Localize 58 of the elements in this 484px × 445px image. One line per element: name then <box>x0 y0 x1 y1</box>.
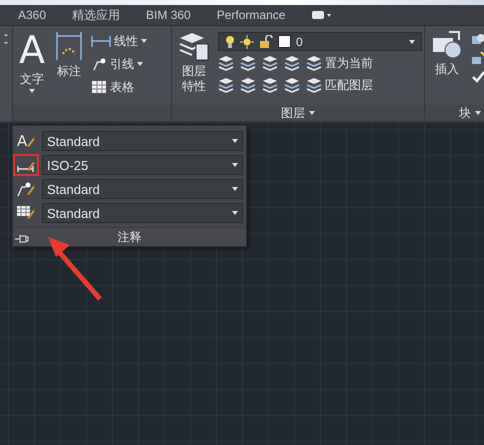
caret-icon <box>309 111 315 115</box>
style-dropdown[interactable]: Standard <box>42 179 243 199</box>
layer-isolate-icon <box>240 55 256 71</box>
block-tool-icon <box>471 51 484 65</box>
layer-off-icon <box>218 55 234 71</box>
insert-button[interactable]: 插入 <box>429 30 465 105</box>
layer-thaw-icon <box>262 77 278 93</box>
caret-icon <box>475 111 481 115</box>
layer-stack-icon <box>306 77 322 93</box>
layer-unisolate-icon <box>240 77 256 93</box>
table-style-icon <box>16 204 36 222</box>
layer-name: 0 <box>296 34 304 48</box>
caret-icon <box>409 40 415 44</box>
panel-title: 块 <box>459 104 471 122</box>
caret-icon <box>29 89 35 93</box>
ribbon-tool-button[interactable]: 表格 <box>91 78 147 96</box>
caret-icon <box>232 163 238 167</box>
sun-icon <box>240 34 254 48</box>
layer-properties-icon <box>178 30 210 62</box>
table-icon <box>91 79 107 95</box>
ribbon-tool-button[interactable]: 线性 <box>91 32 147 50</box>
layer-on-icon <box>218 77 234 93</box>
layer-properties-button[interactable]: 图层特性 <box>176 30 212 105</box>
ribbon-tab[interactable]: Performance <box>216 8 286 22</box>
block-tool-icon <box>471 32 484 46</box>
layer-dropdown[interactable]: 0 <box>218 32 422 51</box>
panel-title: 图层 <box>281 104 305 122</box>
layer-stack-icon <box>306 55 322 71</box>
layer-unlock-icon <box>284 77 300 93</box>
ribbon-tab[interactable]: BIM 360 <box>146 8 191 22</box>
match-layer-button[interactable]: 匹配图层 <box>306 76 373 94</box>
pin-icon <box>15 234 29 244</box>
set-current-button[interactable]: 置为当前 <box>306 54 373 72</box>
leader-icon <box>91 56 107 72</box>
dimension-button[interactable]: 标注 <box>53 30 85 105</box>
color-swatch-icon <box>278 35 291 48</box>
lightbulb-icon <box>225 34 235 48</box>
check-icon <box>471 70 484 84</box>
caret-icon <box>232 139 238 143</box>
dimension-icon <box>55 30 83 62</box>
style-icon-frame[interactable] <box>13 154 39 176</box>
text-button[interactable]: A 文字 <box>17 30 47 105</box>
style-dropdown[interactable]: Standard <box>42 203 243 223</box>
layer-lock-icon <box>284 55 300 71</box>
linear-dimension-icon <box>91 33 111 49</box>
layer-freeze-icon <box>262 55 278 71</box>
leader-style-icon <box>16 180 36 198</box>
ribbon-tool-button[interactable]: 引线 <box>91 55 147 73</box>
panel-title: 注释 <box>118 228 142 246</box>
caret-icon <box>232 211 238 215</box>
ribbon-tab[interactable]: A360 <box>18 8 46 22</box>
view-options-icon <box>311 10 332 20</box>
insert-block-icon <box>431 30 463 60</box>
unlocked-padlock-icon <box>259 34 273 48</box>
style-dropdown[interactable]: Standard <box>42 131 243 151</box>
ribbon-tab[interactable]: 精选应用 <box>72 6 120 24</box>
style-dropdown[interactable]: ISO-25 <box>42 155 243 175</box>
caret-icon <box>232 187 238 191</box>
